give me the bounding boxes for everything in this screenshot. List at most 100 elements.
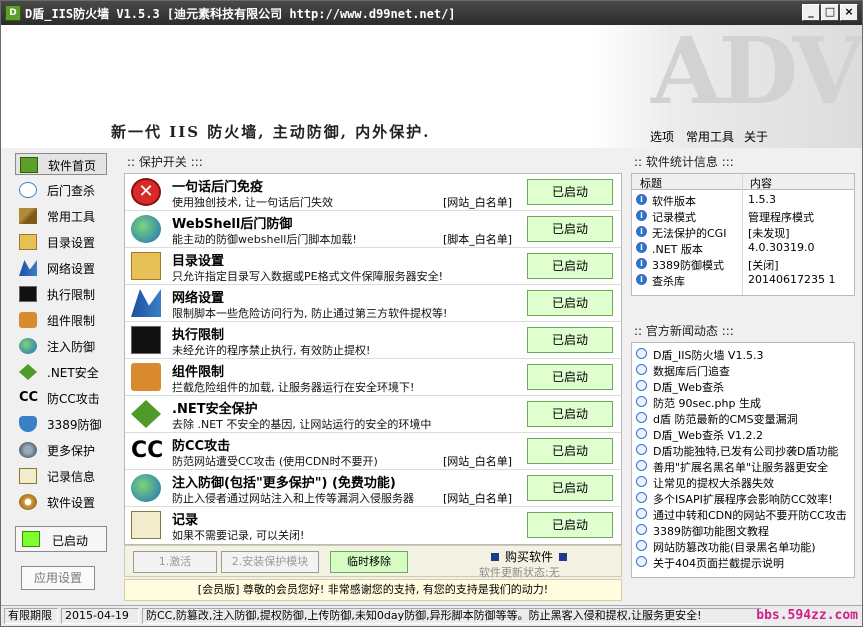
news-icon bbox=[636, 412, 647, 423]
action-bar: 1.激活 2.安装保护模块 临时移除 购买软件 软件更新状态:无 bbox=[124, 545, 622, 579]
protect-row-network: 网络设置 限制脚本一些危险访问行为, 防止通过第三方软件提权等! 已启动 bbox=[125, 285, 621, 322]
toggle-button[interactable]: 已启动 bbox=[527, 475, 613, 501]
news-icon bbox=[636, 364, 647, 375]
info-icon: i bbox=[636, 194, 647, 205]
news-item[interactable]: 通过中转和CDN的网站不要开防CC攻击 bbox=[634, 506, 854, 522]
sidebar-item-component-limit[interactable]: 组件限制 bbox=[15, 309, 107, 331]
sidebar-item-network[interactable]: 网络设置 bbox=[15, 257, 107, 279]
stats-key: .NET 版本 bbox=[652, 243, 703, 256]
protect-row-title: 执行限制 bbox=[172, 328, 225, 343]
sidebar-item-label: 执行限制 bbox=[47, 288, 96, 302]
sidebar-item-label: 常用工具 bbox=[47, 210, 96, 224]
banner: ADV 新一代 IIS 防火墙, 主动防御, 内外保护. 选项 常用工具 关于 bbox=[1, 25, 862, 148]
news-item[interactable]: D盾功能独特,已发有公司抄袭D盾功能 bbox=[634, 442, 854, 458]
menu-tools[interactable]: 常用工具 bbox=[686, 128, 734, 145]
sidebar-item-injection[interactable]: 注入防御 bbox=[15, 335, 107, 357]
toggle-button[interactable]: 已启动 bbox=[527, 512, 613, 538]
sidebar-item-3389[interactable]: 3389防御 bbox=[15, 413, 107, 435]
news-list: D盾_IIS防火墙 V1.5.3 数据库后门追查 D盾_Web查杀 防范 90s… bbox=[631, 342, 855, 578]
news-title: 网站防篡改功能(目录黑名单功能) bbox=[653, 541, 816, 554]
console-icon bbox=[131, 326, 161, 354]
news-item[interactable]: 关于404页面拦截提示说明 bbox=[634, 554, 854, 570]
log-icon bbox=[131, 511, 161, 539]
protect-row-desc: 能主动的防御webshell后门脚本加载! bbox=[172, 233, 357, 246]
toggle-button[interactable]: 已启动 bbox=[527, 364, 613, 390]
protect-row-desc: 拦截危险组件的加载, 让服务器运行在安全环境下! bbox=[172, 381, 415, 394]
status-led-icon bbox=[22, 531, 40, 547]
protect-row-title: 记录 bbox=[172, 513, 199, 528]
news-icon bbox=[636, 508, 647, 519]
toggle-button[interactable]: 已启动 bbox=[527, 438, 613, 464]
sidebar-item-directory[interactable]: 目录设置 bbox=[15, 231, 107, 253]
toggle-button[interactable]: 已启动 bbox=[527, 327, 613, 353]
news-item[interactable]: 让常见的提权大杀器失效 bbox=[634, 474, 854, 490]
sidebar-item-dotnet[interactable]: .NET安全 bbox=[15, 361, 107, 383]
title-bar: D D盾_IIS防火墙 V1.5.3 [迪元素科技有限公司 http://www… bbox=[1, 1, 862, 25]
sidebar-item-more[interactable]: 更多保护 bbox=[15, 439, 107, 461]
bullet-icon bbox=[491, 553, 499, 561]
stats-key: 记录模式 bbox=[652, 211, 696, 224]
minimize-button[interactable]: _ bbox=[802, 4, 820, 21]
stats-table: 标题 内容 i 软件版本 1.5.3 i 记录模式 管理程序模式 i 无法保护的CGI [未… bbox=[631, 173, 855, 296]
sidebar-item-home[interactable]: 软件首页 bbox=[15, 153, 107, 175]
maximize-button[interactable]: □ bbox=[821, 4, 839, 21]
cc-icon: CC bbox=[19, 390, 39, 405]
menu-options[interactable]: 选项 bbox=[650, 128, 674, 145]
cc-icon: CC bbox=[131, 438, 164, 463]
stats-value: [未发现] bbox=[748, 227, 790, 240]
console-icon bbox=[19, 286, 37, 302]
sidebar-item-settings[interactable]: 软件设置 bbox=[15, 491, 107, 513]
log-icon bbox=[19, 468, 37, 484]
script-whitelist-link[interactable]: [脚本_白名单] bbox=[443, 231, 512, 247]
stats-row: i 记录模式 管理程序模式 bbox=[632, 208, 854, 224]
sidebar-item-backdoor-scan[interactable]: 后门查杀 bbox=[15, 179, 107, 201]
eye-icon bbox=[19, 182, 37, 198]
sidebar-item-exec-limit[interactable]: 执行限制 bbox=[15, 283, 107, 305]
sidebar-item-label: 3389防御 bbox=[47, 418, 102, 432]
news-item[interactable]: D盾_IIS防火墙 V1.5.3 bbox=[634, 346, 854, 362]
sidebar-item-tools[interactable]: 常用工具 bbox=[15, 205, 107, 227]
sidebar-item-label: 组件限制 bbox=[47, 314, 96, 328]
buy-software-link[interactable]: 购买软件 bbox=[485, 548, 573, 565]
toggle-button[interactable]: 已启动 bbox=[527, 290, 613, 316]
toggle-button[interactable]: 已启动 bbox=[527, 179, 613, 205]
install-module-button[interactable]: 2.安装保护模块 bbox=[221, 551, 319, 573]
news-item[interactable]: d盾 防范最新的CMS变量漏洞 bbox=[634, 410, 854, 426]
protect-row-oneline-backdoor: ✕ 一句话后门免疫 使用独创技术, 让一句话后门失效 [网站_白名单] 已启动 bbox=[125, 174, 621, 211]
stats-key: 软件版本 bbox=[652, 195, 696, 208]
news-item[interactable]: 善用"扩展名黑名单"让服务器更安全 bbox=[634, 458, 854, 474]
home-icon bbox=[20, 157, 38, 173]
menu-about[interactable]: 关于 bbox=[744, 128, 768, 145]
protect-row-title: 组件限制 bbox=[172, 365, 225, 380]
news-item[interactable]: 防范 90sec.php 生成 bbox=[634, 394, 854, 410]
close-button[interactable]: × bbox=[840, 4, 858, 21]
news-item[interactable]: D盾_Web查杀 bbox=[634, 378, 854, 394]
news-item[interactable]: 网站防篡改功能(目录黑名单功能) bbox=[634, 538, 854, 554]
news-item[interactable]: 3389防御功能图文教程 bbox=[634, 522, 854, 538]
site-whitelist-link[interactable]: [网站_白名单] bbox=[443, 453, 512, 469]
news-item[interactable]: 数据库后门追查 bbox=[634, 362, 854, 378]
toggle-button[interactable]: 已启动 bbox=[527, 253, 613, 279]
folder-icon bbox=[131, 252, 161, 280]
protect-row-title: .NET安全保护 bbox=[172, 402, 258, 417]
news-icon bbox=[636, 348, 647, 359]
sidebar-item-cc[interactable]: CC 防CC攻击 bbox=[15, 387, 107, 409]
apply-settings-button[interactable]: 应用设置 bbox=[21, 566, 95, 590]
temp-remove-button[interactable]: 临时移除 bbox=[330, 551, 408, 573]
protect-panel: ✕ 一句话后门免疫 使用独创技术, 让一句话后门失效 [网站_白名单] 已启动 … bbox=[124, 173, 622, 545]
site-whitelist-link[interactable]: [网站_白名单] bbox=[443, 490, 512, 506]
protect-row-title: 目录设置 bbox=[172, 254, 225, 269]
toggle-button[interactable]: 已启动 bbox=[527, 401, 613, 427]
sidebar-item-logs[interactable]: 记录信息 bbox=[15, 465, 107, 487]
news-item[interactable]: 多个ISAPI扩展程序会影响防CC效率! bbox=[634, 490, 854, 506]
site-whitelist-link[interactable]: [网站_白名单] bbox=[443, 194, 512, 210]
banner-slogan: 新一代 IIS 防火墙, 主动防御, 内外保护. bbox=[111, 123, 431, 141]
activate-button[interactable]: 1.激活 bbox=[133, 551, 217, 573]
news-title: D盾_Web查杀 bbox=[653, 381, 724, 394]
more-icon bbox=[19, 442, 37, 458]
banner-watermark: ADV bbox=[651, 25, 862, 125]
toggle-button[interactable]: 已启动 bbox=[527, 216, 613, 242]
news-item[interactable]: D盾_Web查杀 V1.2.2 bbox=[634, 426, 854, 442]
sidebar-item-label: 更多保护 bbox=[47, 444, 96, 458]
protect-row-title: 防CC攻击 bbox=[172, 439, 231, 454]
